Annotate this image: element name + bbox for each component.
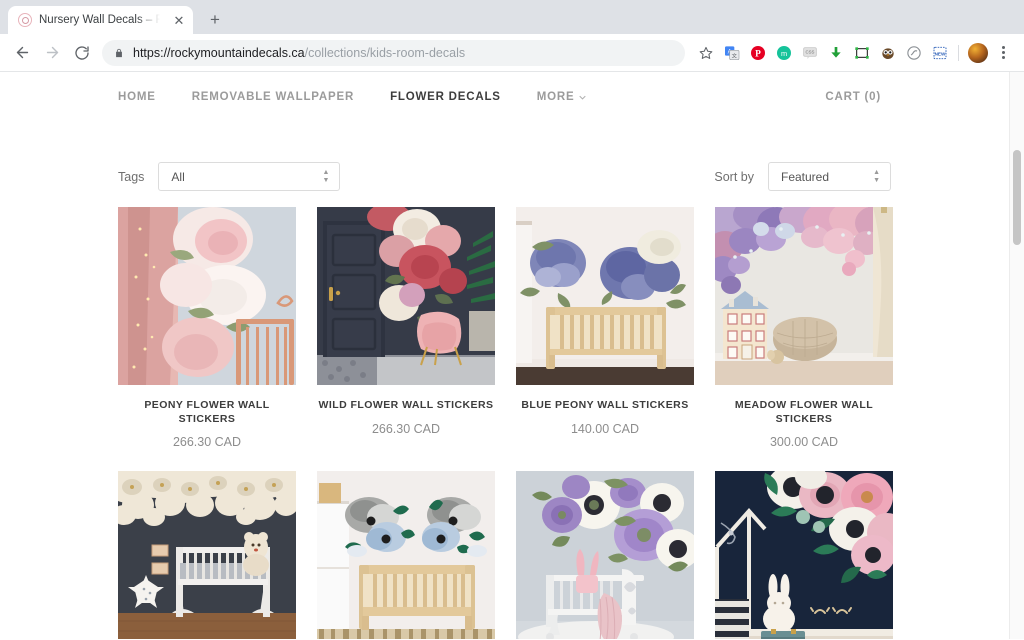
- nav-links: HOME REMOVABLE WALLPAPER FLOWER DECALS M…: [118, 91, 825, 103]
- tab-strip: Nursery Wall Decals – Rocky M ✕ +: [0, 0, 1024, 34]
- shopify-helper-extension-icon[interactable]: [901, 40, 926, 65]
- svg-text:m: m: [780, 49, 786, 58]
- sort-select[interactable]: Featured ▲ ▼: [768, 162, 891, 191]
- avatar[interactable]: [965, 40, 990, 65]
- product-title[interactable]: PEONY FLOWER WALL STICKERS: [118, 399, 296, 426]
- address-bar[interactable]: https://rockymountaindecals.ca/collectio…: [102, 39, 685, 66]
- browser-toolbar: https://rockymountaindecals.ca/collectio…: [0, 34, 1024, 72]
- product-card[interactable]: PEONY FLOWER WALL STICKERS 266.30 CAD: [118, 207, 296, 471]
- white-peony-dark-wall-crib-photo[interactable]: [118, 471, 296, 639]
- tab-close-icon[interactable]: ✕: [171, 12, 187, 28]
- kebab-dots: [993, 46, 1015, 59]
- back-arrow-icon[interactable]: [8, 39, 36, 67]
- nav-item-more[interactable]: MORE: [537, 91, 587, 103]
- address-bar-url: https://rockymountaindecals.ca/collectio…: [133, 46, 465, 60]
- grey-blue-floral-crib-photo[interactable]: [317, 471, 495, 639]
- product-card[interactable]: [516, 471, 694, 639]
- forward-arrow-icon[interactable]: [38, 39, 66, 67]
- owl-extension-icon[interactable]: [875, 40, 900, 65]
- tags-filter-group: Tags All ▲ ▼: [118, 162, 341, 191]
- product-title[interactable]: WILD FLOWER WALL STICKERS: [317, 399, 495, 413]
- product-price: 266.30 CAD: [371, 421, 441, 436]
- navy-anemone-bunny-photo[interactable]: [715, 471, 893, 639]
- google-translate-extension-icon[interactable]: A文: [719, 40, 744, 65]
- nav-item-home[interactable]: HOME: [118, 91, 156, 103]
- product-grid: PEONY FLOWER WALL STICKERS 266.30 CAD WI…: [0, 207, 1009, 639]
- page-content: HOME REMOVABLE WALLPAPER FLOWER DECALS M…: [0, 72, 1009, 639]
- nav-item-removable-wallpaper[interactable]: REMOVABLE WALLPAPER: [192, 91, 354, 103]
- product-title[interactable]: BLUE PEONY WALL STICKERS: [516, 399, 694, 413]
- product-card[interactable]: [715, 471, 893, 639]
- meadow-flower-dollhouse-photo[interactable]: [715, 207, 893, 385]
- profile-avatar-image: [967, 42, 988, 63]
- css-viewer-extension-icon[interactable]: CSS: [797, 40, 822, 65]
- url-path: /collections/kids-room-decals: [304, 45, 466, 60]
- page-viewport: HOME REMOVABLE WALLPAPER FLOWER DECALS M…: [0, 72, 1024, 639]
- product-price: 140.00 CAD: [570, 421, 640, 436]
- reload-icon[interactable]: [68, 39, 96, 67]
- grammarly-extension-icon[interactable]: m: [771, 40, 796, 65]
- extensions-row: A文 P m CSS NEW: [693, 40, 1016, 65]
- lock-icon: [114, 47, 124, 59]
- tags-label: Tags: [118, 169, 145, 184]
- peony-flower-nursery-photo[interactable]: [118, 207, 296, 385]
- browser-window: Nursery Wall Decals – Rocky M ✕ + https:…: [0, 0, 1024, 640]
- nav-item-more-label: MORE: [536, 91, 575, 103]
- chevron-down-icon: [579, 93, 587, 102]
- sort-select-value: Featured: [781, 169, 830, 184]
- page-scrollbar[interactable]: [1009, 72, 1024, 639]
- nav-item-flower-decals[interactable]: FLOWER DECALS: [390, 91, 501, 103]
- page-scrollbar-thumb[interactable]: [1013, 150, 1021, 245]
- product-card[interactable]: [317, 471, 495, 639]
- blue-peony-crib-photo[interactable]: [516, 207, 694, 385]
- wild-flower-dark-door-photo[interactable]: [317, 207, 495, 385]
- screenshot-extension-icon[interactable]: [849, 40, 874, 65]
- download-extension-icon[interactable]: [823, 40, 848, 65]
- product-card[interactable]: BLUE PEONY WALL STICKERS 140.00 CAD: [516, 207, 694, 471]
- filters-bar: Tags All ▲ ▼ Sort by Featured ▲ ▼: [0, 162, 1009, 191]
- bookmark-star-icon[interactable]: [693, 40, 718, 65]
- sort-label: Sort by: [714, 169, 754, 184]
- tab-title: Nursery Wall Decals – Rocky M: [39, 14, 164, 26]
- select-spinner-icon: ▲ ▼: [322, 168, 330, 184]
- site-navigation: HOME REMOVABLE WALLPAPER FLOWER DECALS M…: [0, 72, 1009, 122]
- tab-favicon-icon: [18, 13, 32, 27]
- purple-anemone-cradle-photo[interactable]: [516, 471, 694, 639]
- kebab-menu-icon[interactable]: [991, 40, 1016, 65]
- tags-select[interactable]: All ▲ ▼: [158, 162, 341, 191]
- svg-text:CSS: CSS: [805, 49, 814, 54]
- new-tab-button[interactable]: +: [201, 6, 229, 34]
- product-title[interactable]: MEADOW FLOWER WALL STICKERS: [715, 399, 893, 426]
- cart-link[interactable]: CART (0): [825, 91, 881, 103]
- product-card[interactable]: WILD FLOWER WALL STICKERS 266.30 CAD: [317, 207, 495, 471]
- product-price: 300.00 CAD: [769, 435, 839, 450]
- browser-tab[interactable]: Nursery Wall Decals – Rocky M ✕: [8, 6, 193, 34]
- new-badge-extension-icon[interactable]: NEW: [927, 40, 952, 65]
- product-card[interactable]: [118, 471, 296, 639]
- svg-text:P: P: [755, 49, 761, 59]
- pinterest-extension-icon[interactable]: P: [745, 40, 770, 65]
- url-host: https://rockymountaindecals.ca: [133, 45, 305, 60]
- select-spinner-icon: ▲ ▼: [873, 168, 880, 184]
- tags-select-value: All: [171, 169, 185, 184]
- sort-filter-group: Sort by Featured ▲ ▼: [714, 162, 891, 191]
- svg-text:NEW: NEW: [934, 51, 945, 56]
- product-price: 266.30 CAD: [172, 435, 242, 450]
- product-card[interactable]: MEADOW FLOWER WALL STICKERS 300.00 CAD: [715, 207, 893, 471]
- toolbar-divider: [958, 44, 959, 61]
